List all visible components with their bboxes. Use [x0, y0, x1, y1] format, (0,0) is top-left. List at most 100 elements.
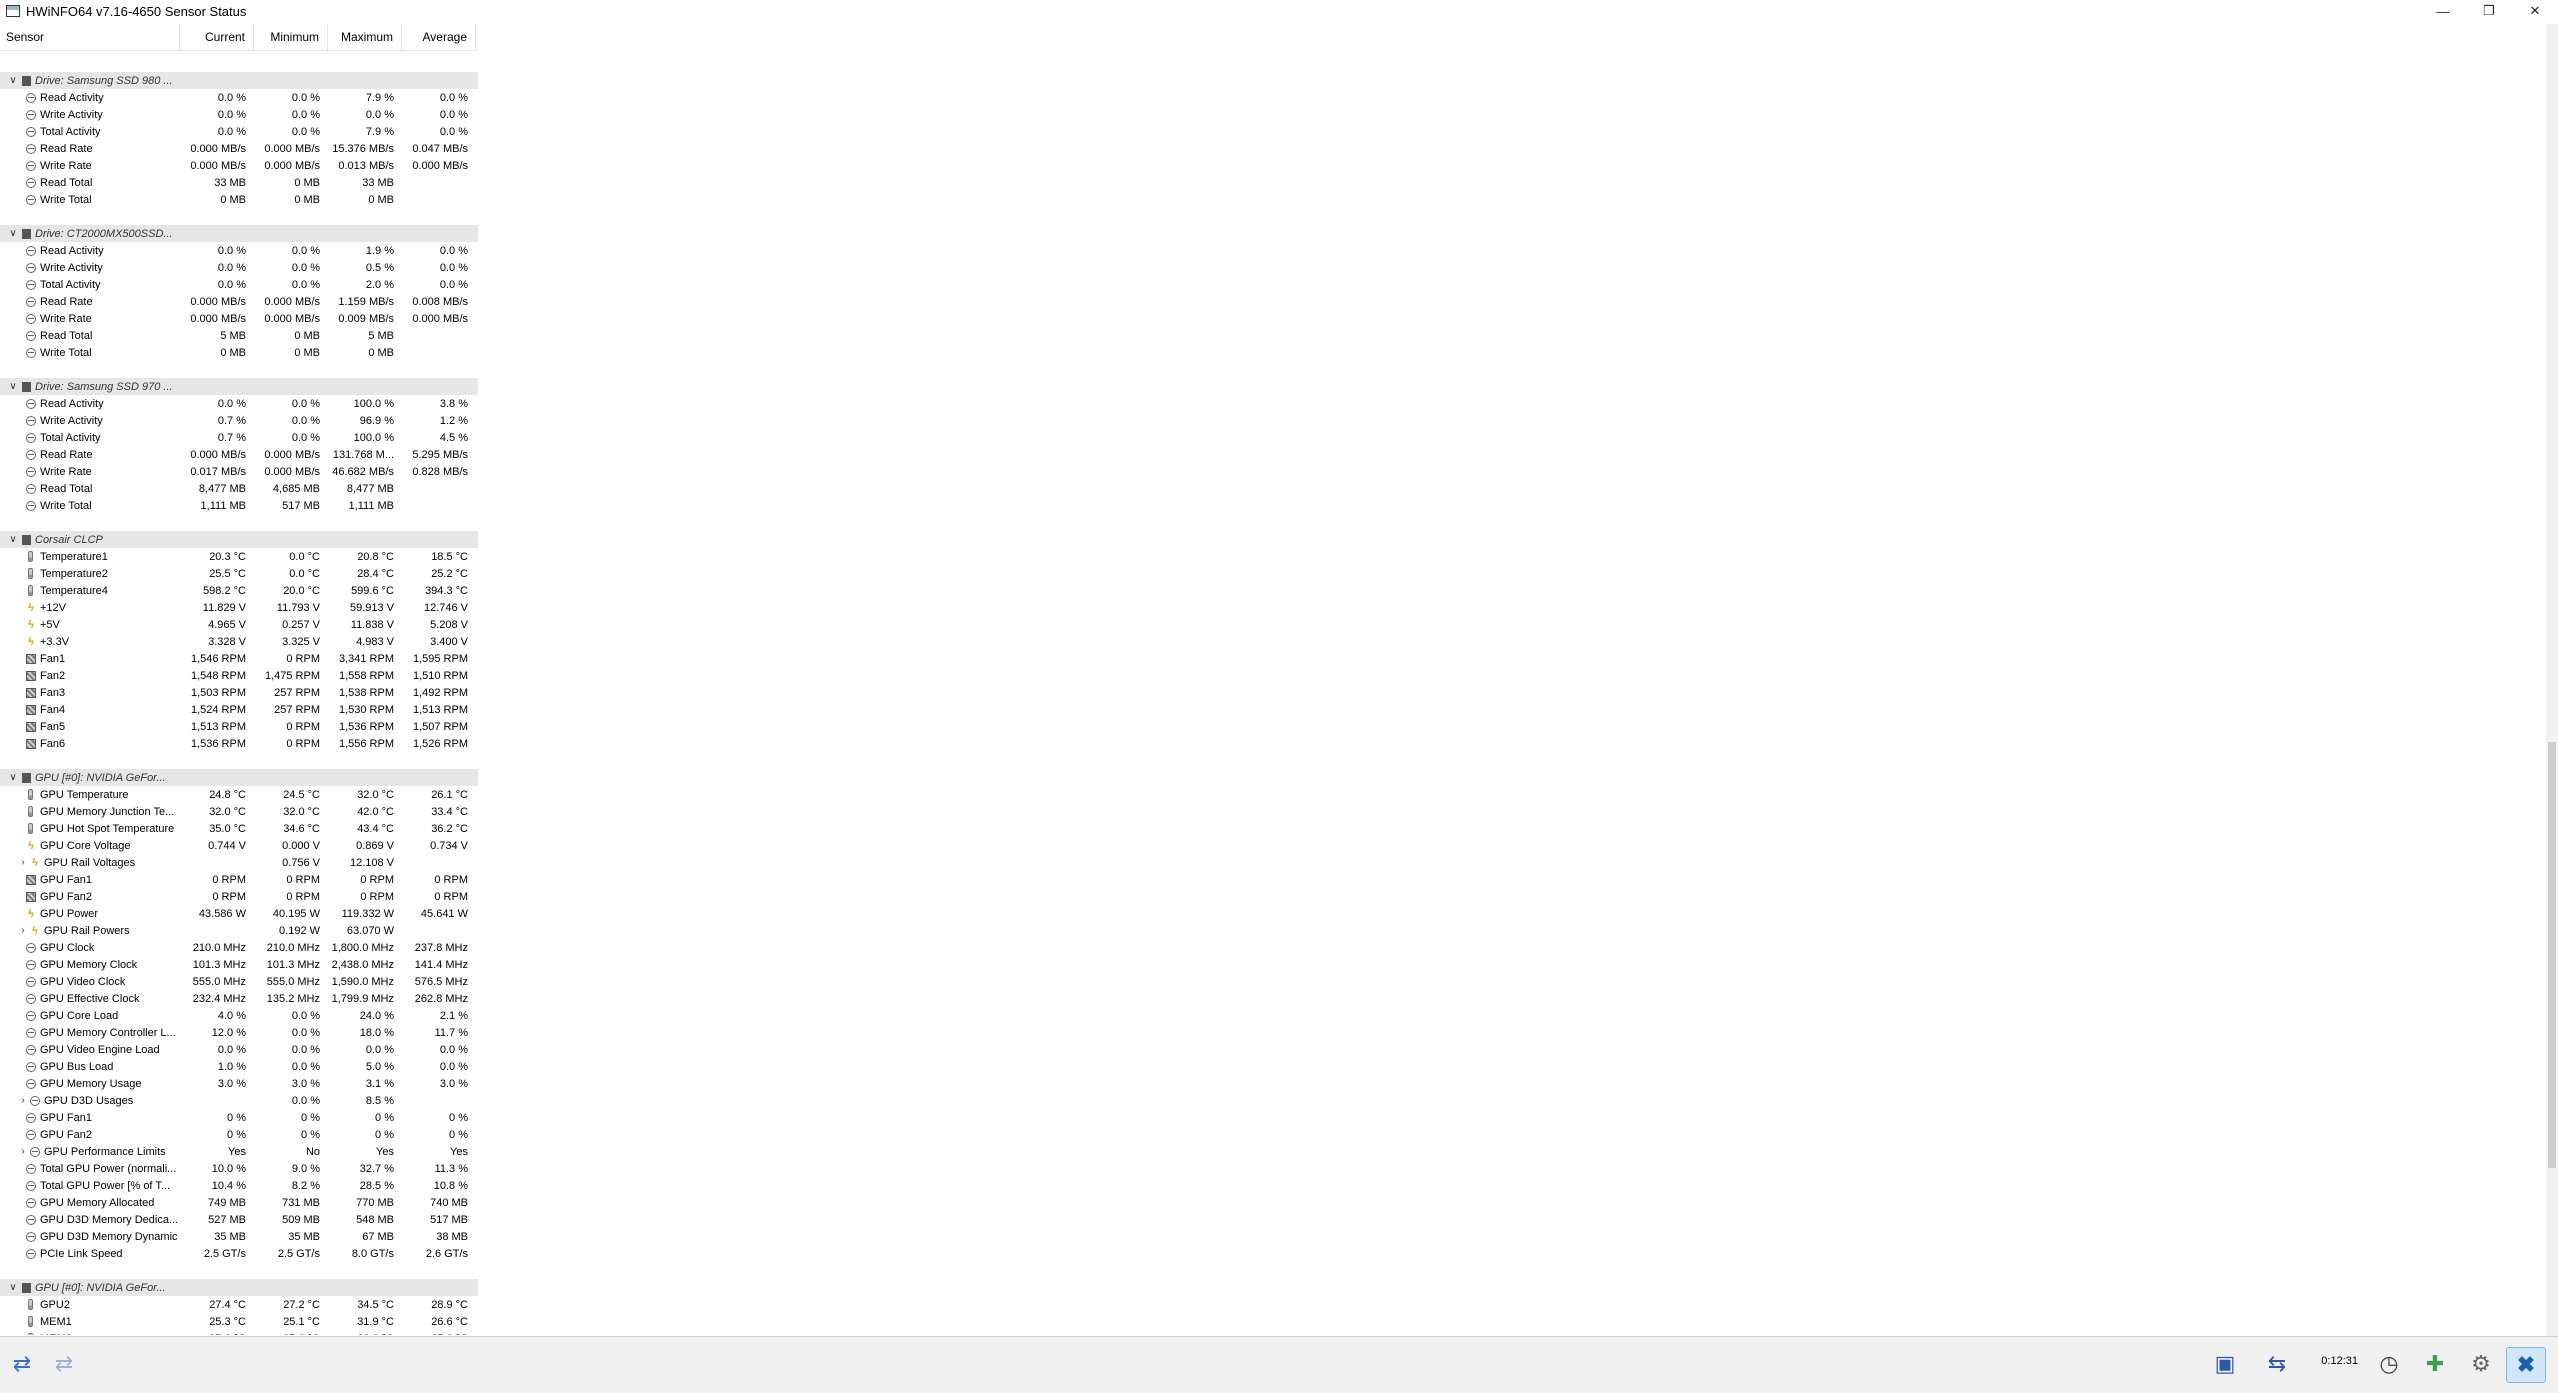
- sensor-row[interactable]: Fan1 1,546 RPM 0 RPM 3,341 RPM 1,595 RPM: [0, 650, 478, 667]
- sensor-row[interactable]: GPU Video Clock 555.0 MHz 555.0 MHz 1,590.0…: [0, 973, 478, 990]
- sensor-row[interactable]: ϟ GPU Core Voltage 0.744 V 0.000 V 0.869 V 0.…: [0, 837, 478, 854]
- sensor-row[interactable]: Read Activity 0.0 % 0.0 % 1.9 % 0.0 %: [0, 242, 478, 259]
- sensor-row[interactable]: Write Activity 0.7 % 0.0 % 96.9 % 1.2 %: [0, 412, 478, 429]
- sensor-row[interactable]: Temperature1 20.3 °C 0.0 °C 20.8 °C 18.5 °C: [0, 548, 478, 565]
- sensor-row[interactable]: Write Rate 0.017 MB/s 0.000 MB/s 46.682 MB/…: [0, 463, 478, 480]
- restore-button[interactable]: ❐: [2466, 0, 2512, 22]
- sensor-row[interactable]: Fan5 1,513 RPM 0 RPM 1,536 RPM 1,507 RPM: [0, 718, 478, 735]
- collapse-chevron-icon[interactable]: ∨: [6, 534, 20, 545]
- sensor-row[interactable]: GPU Hot Spot Temperature 35.0 °C 34.6 °C 43…: [0, 820, 478, 837]
- collapse-chevron-icon[interactable]: ∨: [6, 381, 20, 392]
- expand-chevron-icon[interactable]: ›: [16, 1095, 30, 1106]
- sensor-row[interactable]: Total Activity 0.0 % 0.0 % 2.0 % 0.0 %: [0, 276, 478, 293]
- column-average[interactable]: Average: [402, 24, 476, 50]
- sensor-row[interactable]: GPU Temperature 24.8 °C 24.5 °C 32.0 °C 26.1…: [0, 786, 478, 803]
- sensor-row[interactable]: Write Total 0 MB 0 MB 0 MB: [0, 191, 478, 208]
- sensor-row[interactable]: › ϟ GPU Rail Powers 0.192 W 63.070 W: [0, 922, 478, 939]
- sensor-row[interactable]: Read Total 5 MB 0 MB 5 MB: [0, 327, 478, 344]
- sensor-row[interactable]: Total GPU Power (normali... 10.0 % 9.0 % 32…: [0, 1160, 478, 1177]
- sensor-group-row[interactable]: ∨ Corsair CLCP: [0, 531, 478, 548]
- sensor-row[interactable]: Read Activity 0.0 % 0.0 % 100.0 % 3.8 %: [0, 395, 478, 412]
- sensor-group-row[interactable]: ∨ Drive: Samsung SSD 980 ...: [0, 72, 478, 89]
- sensor-row[interactable]: Read Rate 0.000 MB/s 0.000 MB/s 1.159 MB/s 0…: [0, 293, 478, 310]
- sensor-row[interactable]: MEM1 25.3 °C 25.1 °C 31.9 °C 26.6 °C: [0, 1313, 478, 1330]
- sensor-row[interactable]: PCIe Link Speed 2.5 GT/s 2.5 GT/s 8.0 GT/s 2…: [0, 1245, 478, 1262]
- sensor-row[interactable]: GPU Fan2 0 % 0 % 0 % 0 %: [0, 1126, 478, 1143]
- sensor-row[interactable]: Write Activity 0.0 % 0.0 % 0.5 % 0.0 %: [0, 259, 478, 276]
- sensor-row[interactable]: Fan3 1,503 RPM 257 RPM 1,538 RPM 1,492 RPM: [0, 684, 478, 701]
- scrollbar-thumb[interactable]: [2548, 742, 2556, 1168]
- sensor-row[interactable]: Write Rate 0.000 MB/s 0.000 MB/s 0.009 MB/s…: [0, 310, 478, 327]
- network-monitor-icon[interactable]: ▣: [2206, 1347, 2244, 1381]
- sensor-row[interactable]: Read Total 33 MB 0 MB 33 MB: [0, 174, 478, 191]
- sensor-row[interactable]: Read Activity 0.0 % 0.0 % 7.9 % 0.0 %: [0, 89, 478, 106]
- logging-icon[interactable]: ✚: [2416, 1347, 2454, 1381]
- sensor-row[interactable]: Temperature2 25.5 °C 0.0 °C 28.4 °C 25.2 °C: [0, 565, 478, 582]
- expand-chevron-icon[interactable]: ›: [16, 857, 30, 868]
- sensor-row[interactable]: GPU Video Engine Load 0.0 % 0.0 % 0.0 % 0.0 …: [0, 1041, 478, 1058]
- sensor-row[interactable]: Fan4 1,524 RPM 257 RPM 1,530 RPM 1,513 RPM: [0, 701, 478, 718]
- collapse-chevron-icon[interactable]: ∨: [6, 1282, 20, 1293]
- sensor-row[interactable]: GPU Bus Load 1.0 % 0.0 % 5.0 % 0.0 %: [0, 1058, 478, 1075]
- sensor-row[interactable]: GPU Memory Clock 101.3 MHz 101.3 MHz 2,438.…: [0, 956, 478, 973]
- sensor-row[interactable]: ϟ +3.3V 3.328 V 3.325 V 4.983 V 3.400 V: [0, 633, 478, 650]
- sensor-group-row[interactable]: ∨ GPU [#0]: NVIDIA GeFor...: [0, 1279, 478, 1296]
- clock-icon[interactable]: ◷: [2370, 1347, 2408, 1381]
- column-sensor[interactable]: Sensor: [0, 24, 180, 50]
- sensor-row[interactable]: Read Rate 0.000 MB/s 0.000 MB/s 15.376 MB/s…: [0, 140, 478, 157]
- sensor-row[interactable]: MEM2 25.8 °C25.6 °C32.6 °C27.2 °C: [0, 1330, 478, 1335]
- settings-gear-icon[interactable]: ⚙: [2462, 1347, 2500, 1381]
- sensor-row[interactable]: GPU Effective Clock 232.4 MHz 135.2 MHz 1,7…: [0, 990, 478, 1007]
- sensor-row[interactable]: GPU Fan2 0 RPM 0 RPM 0 RPM 0 RPM: [0, 888, 478, 905]
- sensor-row[interactable]: › GPU Performance Limits Yes No Yes Yes: [0, 1143, 478, 1160]
- sensor-row[interactable]: Read Rate 0.000 MB/s 0.000 MB/s 131.768 M..…: [0, 446, 478, 463]
- sensor-row[interactable]: Write Total 0 MB 0 MB 0 MB: [0, 344, 478, 361]
- close-sensors-icon[interactable]: ✖: [2506, 1347, 2546, 1383]
- sensor-row[interactable]: Temperature4 598.2 °C 20.0 °C 599.6 °C 394.3…: [0, 582, 478, 599]
- sensor-row[interactable]: Total Activity 0.7 % 0.0 % 100.0 % 4.5 %: [0, 429, 478, 446]
- sensor-row[interactable]: Read Total 8,477 MB 4,685 MB 8,477 MB: [0, 480, 478, 497]
- sensor-row[interactable]: Write Rate 0.000 MB/s 0.000 MB/s 0.013 MB/s…: [0, 157, 478, 174]
- next-arrows-icon[interactable]: ⇄: [46, 1353, 82, 1375]
- sensor-row[interactable]: GPU Memory Controller L... 12.0 % 0.0 % 18.…: [0, 1024, 478, 1041]
- sensor-row[interactable]: GPU Memory Allocated 749 MB 731 MB 770 MB 74…: [0, 1194, 478, 1211]
- sensor-row[interactable]: GPU2 27.4 °C 27.2 °C 34.5 °C 28.9 °C: [0, 1296, 478, 1313]
- sensor-reset-icon[interactable]: ⇆: [2258, 1347, 2296, 1381]
- sensor-row[interactable]: Write Activity 0.0 % 0.0 % 0.0 % 0.0 %: [0, 106, 478, 123]
- collapse-chevron-icon[interactable]: ∨: [6, 228, 20, 239]
- sensor-list[interactable]: ∨ Drive: Samsung SSD 980 ... Read Activity…: [0, 55, 478, 1335]
- column-minimum[interactable]: Minimum: [254, 24, 328, 50]
- column-current[interactable]: Current: [180, 24, 254, 50]
- sensor-row[interactable]: GPU Clock 210.0 MHz 210.0 MHz 1,800.0 MHz 23…: [0, 939, 478, 956]
- expand-chevron-icon[interactable]: ›: [16, 1146, 30, 1157]
- expand-chevron-icon[interactable]: ›: [16, 925, 30, 936]
- thermometer-icon: [28, 1299, 33, 1310]
- sensor-row[interactable]: ϟ +12V 11.829 V 11.793 V 59.913 V 12.746 V: [0, 599, 478, 616]
- sensor-row[interactable]: GPU D3D Memory Dedica... 527 MB 509 MB 548 …: [0, 1211, 478, 1228]
- sensor-row[interactable]: GPU Fan1 0 RPM 0 RPM 0 RPM 0 RPM: [0, 871, 478, 888]
- value-maximum: 1,538 RPM: [338, 686, 394, 699]
- sensor-row[interactable]: Fan6 1,536 RPM 0 RPM 1,556 RPM 1,526 RPM: [0, 735, 478, 752]
- sensor-group-row[interactable]: ∨ GPU [#0]: NVIDIA GeFor...: [0, 769, 478, 786]
- sensor-row[interactable]: GPU Fan1 0 % 0 % 0 % 0 %: [0, 1109, 478, 1126]
- sensor-row[interactable]: Fan2 1,548 RPM 1,475 RPM 1,558 RPM 1,510 RPM: [0, 667, 478, 684]
- collapse-chevron-icon[interactable]: ∨: [6, 75, 20, 86]
- sensor-row[interactable]: ϟ GPU Power 43.586 W 40.195 W 119.332 W 45.64…: [0, 905, 478, 922]
- previous-arrows-icon[interactable]: ⇄: [4, 1353, 40, 1375]
- sensor-row[interactable]: GPU Core Load 4.0 % 0.0 % 24.0 % 2.1 %: [0, 1007, 478, 1024]
- sensor-row[interactable]: Total GPU Power [% of T... 10.4 % 8.2 % 28.…: [0, 1177, 478, 1194]
- collapse-chevron-icon[interactable]: ∨: [6, 772, 20, 783]
- sensor-row[interactable]: GPU Memory Usage 3.0 % 3.0 % 3.1 % 3.0 %: [0, 1075, 478, 1092]
- sensor-row[interactable]: ϟ +5V 4.965 V 0.257 V 11.838 V 5.208 V: [0, 616, 478, 633]
- sensor-row[interactable]: GPU Memory Junction Te... 32.0 °C 32.0 °C 4…: [0, 803, 478, 820]
- close-button[interactable]: ✕: [2512, 0, 2558, 22]
- minimize-button[interactable]: —: [2420, 0, 2466, 22]
- sensor-row[interactable]: Write Total 1,111 MB 517 MB 1,111 MB: [0, 497, 478, 514]
- sensor-row[interactable]: GPU D3D Memory Dynamic 35 MB 35 MB 67 MB 38 …: [0, 1228, 478, 1245]
- column-maximum[interactable]: Maximum: [328, 24, 402, 50]
- sensor-group-row[interactable]: ∨ Drive: CT2000MX500SSD...: [0, 225, 478, 242]
- sensor-row[interactable]: › GPU D3D Usages 0.0 % 8.5 %: [0, 1092, 478, 1109]
- sensor-row[interactable]: Total Activity 0.0 % 0.0 % 7.9 % 0.0 %: [0, 123, 478, 140]
- sensor-row[interactable]: › ϟ GPU Rail Voltages 0.756 V 12.108 V: [0, 854, 478, 871]
- sensor-group-row[interactable]: ∨ Drive: Samsung SSD 970 ...: [0, 378, 478, 395]
